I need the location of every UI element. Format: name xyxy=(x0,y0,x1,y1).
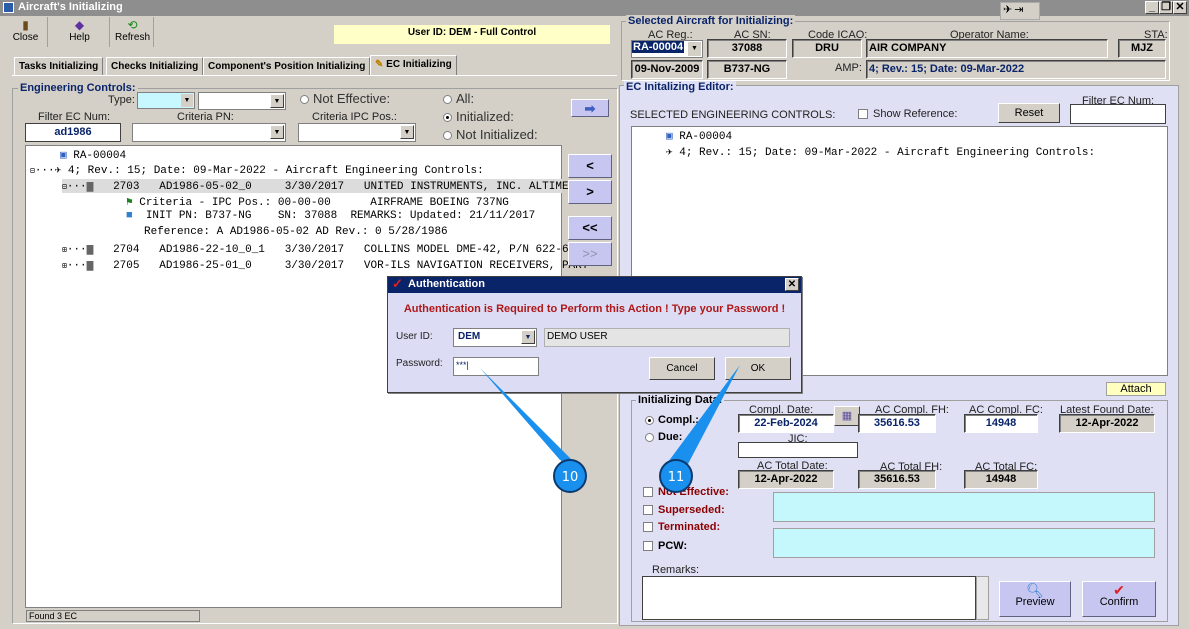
callout-overlay: 10 11 xyxy=(480,365,740,493)
callout-label-10: 10 xyxy=(562,470,579,485)
callout-label-11: 11 xyxy=(668,470,685,485)
callout-pointer-11 xyxy=(668,365,740,464)
callout-pointer-10 xyxy=(480,368,580,468)
